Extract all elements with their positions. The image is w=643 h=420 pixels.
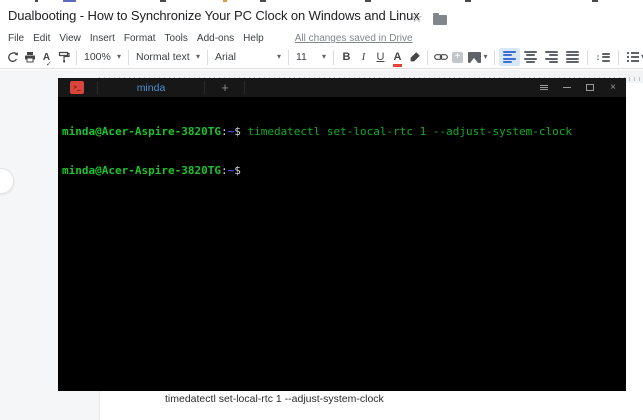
chevron-down-icon: ▾: [483, 52, 488, 61]
line-spacing-button[interactable]: ↕: [592, 48, 614, 66]
numbered-list-icon: [626, 52, 639, 62]
font-select[interactable]: Arial ▾: [212, 48, 284, 66]
paragraph-style-select[interactable]: Normal text ▾: [133, 48, 203, 66]
align-justify-button[interactable]: [562, 48, 583, 66]
prompt-colon: :: [220, 125, 228, 138]
chevron-down-icon: ▾: [321, 52, 326, 61]
folder-icon[interactable]: [433, 13, 447, 25]
new-tab-button[interactable]: +: [206, 81, 244, 94]
terminal-command: timedatectl set-local-rtc 1 --adjust-sys…: [240, 125, 572, 138]
separator: [587, 49, 588, 65]
align-right-icon: [545, 49, 558, 65]
document-title[interactable]: Dualbooting - How to Synchronize Your PC…: [8, 8, 420, 23]
page-edge-circle: [0, 168, 14, 194]
paint-format-button[interactable]: [55, 48, 72, 66]
terminal-tab[interactable]: minda: [98, 82, 204, 94]
print-icon: [24, 52, 35, 63]
docs-header: Dualbooting - How to Synchronize Your PC…: [0, 2, 643, 46]
image-icon: [468, 51, 482, 63]
chevron-down-icon: ▾: [116, 52, 121, 61]
separator: [76, 49, 77, 65]
caption-text[interactable]: timedatectl set-local-rtc 1 --adjust-sys…: [165, 393, 384, 405]
terminal-titlebar: >_ minda + ×: [58, 78, 626, 97]
italic-button[interactable]: I: [355, 48, 372, 66]
link-icon: [433, 54, 448, 60]
underline-button[interactable]: U: [372, 48, 389, 66]
insert-image-button[interactable]: ▾: [466, 48, 490, 66]
prompt-user: minda@Acer-Aspire-3820TG: [62, 164, 221, 177]
separator: [128, 49, 129, 65]
redo-button[interactable]: [4, 48, 21, 66]
align-right-button[interactable]: [541, 48, 562, 66]
highlight-button[interactable]: [406, 48, 423, 66]
chevron-down-icon: ▾: [195, 52, 200, 61]
text-color-button[interactable]: A: [389, 48, 406, 67]
redo-icon: [7, 52, 18, 62]
prompt-dollar: $: [234, 164, 241, 177]
maximize-icon[interactable]: [585, 82, 595, 94]
separator: [207, 49, 208, 65]
align-justify-icon: [566, 49, 579, 65]
separator: [288, 49, 289, 65]
menu-tools[interactable]: Tools: [165, 33, 188, 44]
menu-format[interactable]: Format: [124, 33, 156, 44]
bold-button[interactable]: B: [338, 48, 355, 66]
zoom-select[interactable]: 100% ▾: [81, 48, 124, 66]
font-size-select[interactable]: 11 ▾: [293, 48, 329, 66]
prompt-user: minda@Acer-Aspire-3820TG: [62, 125, 221, 138]
terminal-output: minda@Acer-Aspire-3820TG:~$ timedatectl …: [58, 97, 626, 203]
menu-bar: File Edit View Insert Format Tools Add-o…: [8, 33, 413, 44]
separator: [427, 49, 428, 65]
menu-edit[interactable]: Edit: [33, 33, 50, 44]
minimize-icon[interactable]: [562, 82, 572, 94]
comment-plus-icon: +: [452, 51, 463, 63]
align-center-button[interactable]: [520, 48, 541, 66]
terminal-line: minda@Acer-Aspire-3820TG:~$: [62, 164, 626, 177]
terminal-screenshot-image[interactable]: >_ minda + × minda@Acer-Aspire-3820TG:~$…: [58, 78, 626, 391]
menu-view[interactable]: View: [59, 33, 81, 44]
menu-icon[interactable]: [539, 82, 549, 94]
window-controls: ×: [539, 78, 618, 97]
separator: [333, 49, 334, 65]
toolbar: A 100%▾ Normal text▾ Arial▾ 11▾ B I U A …: [0, 46, 643, 69]
prompt-colon: :: [220, 164, 228, 177]
menu-file[interactable]: File: [8, 33, 24, 44]
tab-separator: [244, 81, 245, 94]
star-icon[interactable]: ☆: [411, 10, 423, 26]
menu-addons[interactable]: Add-ons: [197, 33, 234, 44]
terminal-line: minda@Acer-Aspire-3820TG:~$ timedatectl …: [62, 125, 626, 138]
spellcheck-icon: A: [43, 52, 52, 68]
separator: [494, 49, 495, 65]
line-spacing-icon: ↕: [596, 51, 611, 63]
terminal-app-icon: >_: [70, 81, 84, 94]
separator: [618, 49, 619, 65]
text-color-icon: A: [392, 50, 403, 67]
paint-roller-icon: [58, 51, 70, 63]
highlighter-pen-icon: [410, 52, 420, 62]
tab-separator: [204, 81, 205, 94]
save-status[interactable]: All changes saved in Drive: [295, 33, 413, 44]
print-button[interactable]: [21, 48, 38, 66]
prompt-dollar: $: [234, 125, 241, 138]
list-button[interactable]: ▾: [623, 48, 643, 66]
chevron-down-icon: ▾: [276, 52, 281, 61]
align-left-button[interactable]: [499, 48, 520, 66]
insert-comment-button[interactable]: +: [449, 48, 466, 66]
insert-link-button[interactable]: [432, 48, 449, 66]
menu-help[interactable]: Help: [243, 33, 264, 44]
close-icon[interactable]: ×: [608, 82, 618, 94]
spellcheck-button[interactable]: A: [38, 48, 55, 68]
align-left-icon: [503, 49, 516, 65]
menu-insert[interactable]: Insert: [90, 33, 115, 44]
align-center-icon: [524, 49, 537, 65]
